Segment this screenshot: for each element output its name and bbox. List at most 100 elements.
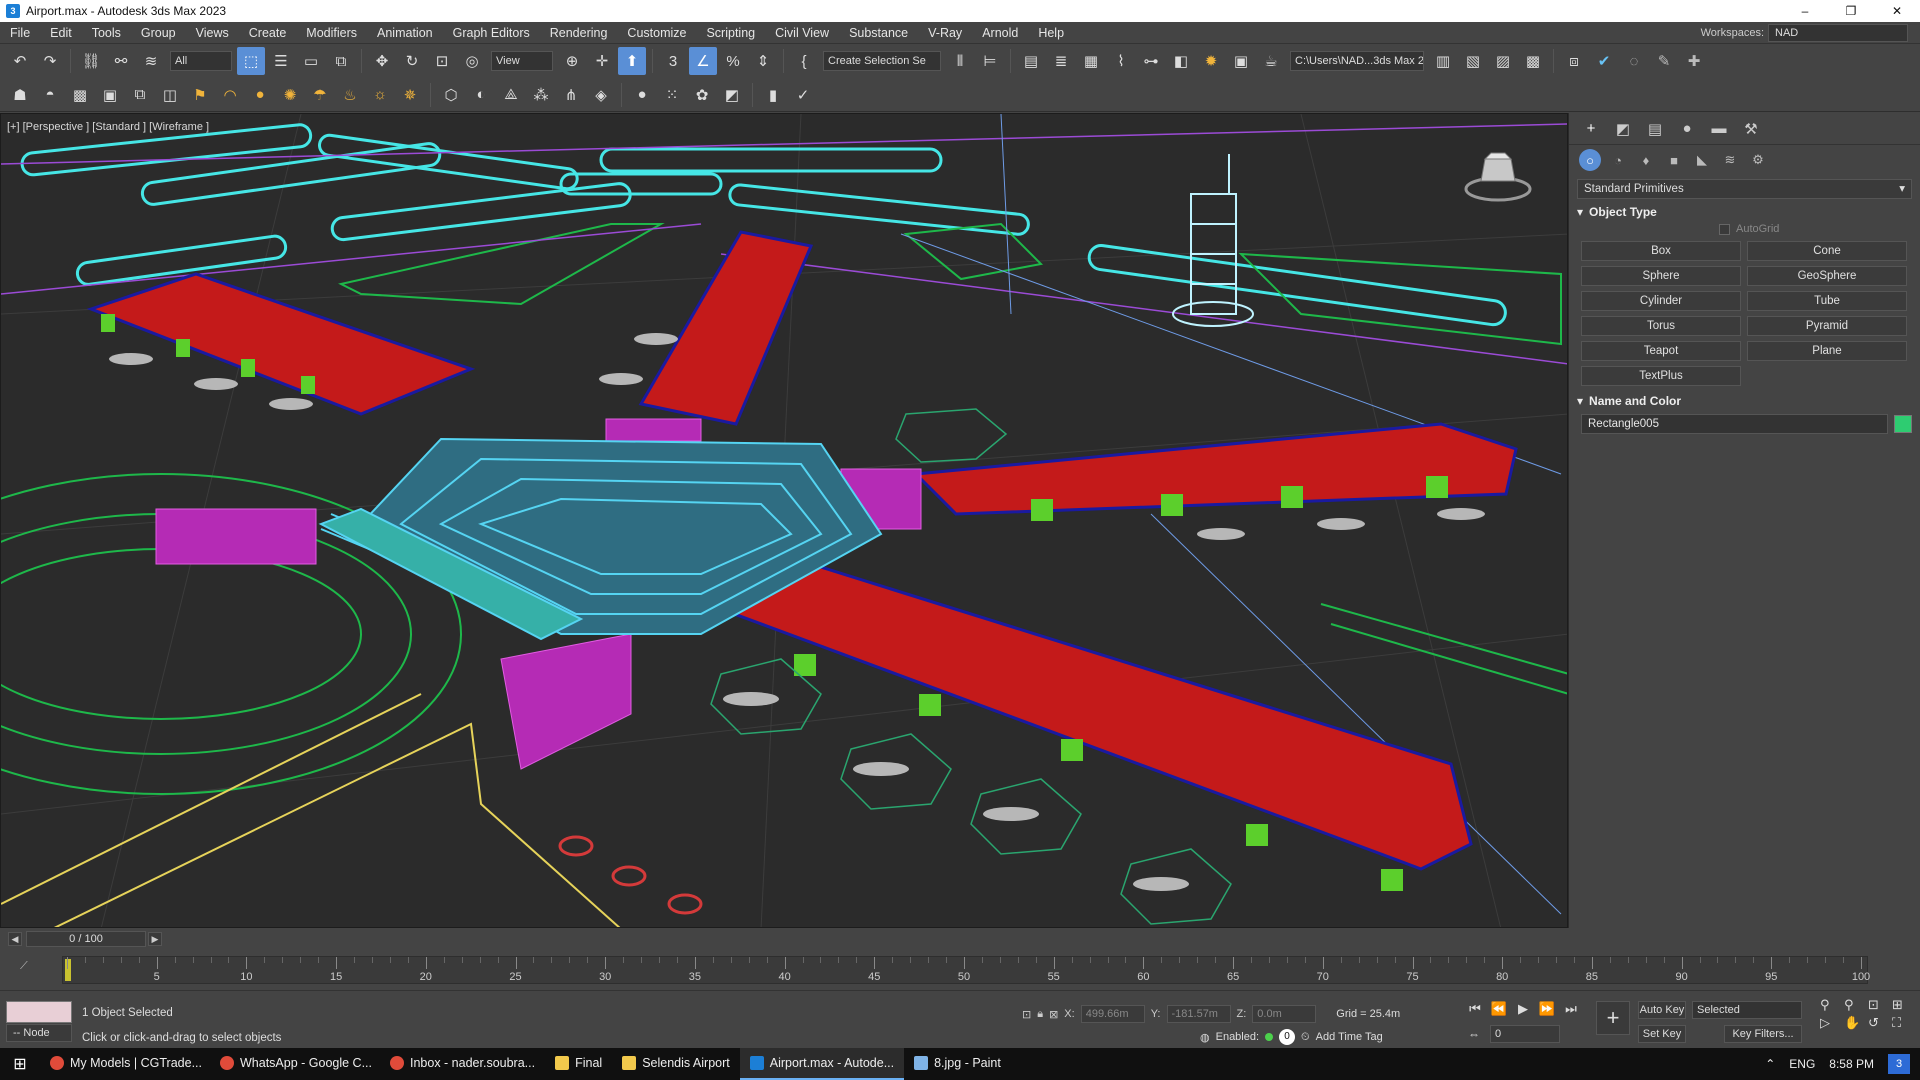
sun-icon[interactable]: ☼ <box>366 81 394 109</box>
menu-customize[interactable]: Customize <box>617 22 696 44</box>
maximize-viewport-icon[interactable]: ⛶ <box>1892 1015 1914 1031</box>
teapot-button[interactable]: Teapot <box>1581 341 1741 361</box>
spot-light-icon[interactable]: ☂ <box>306 81 334 109</box>
select-manipulate-icon[interactable]: ✛ <box>588 47 616 75</box>
object-name-field[interactable]: Rectangle005 <box>1581 414 1888 434</box>
orbit-icon[interactable]: ↺ <box>1868 1015 1890 1031</box>
primitive-type-select[interactable]: Standard Primitives ▾ <box>1577 179 1912 199</box>
edit-named-selection-icon[interactable]: { <box>790 47 818 75</box>
ambient-light-icon[interactable]: ✵ <box>396 81 424 109</box>
sphere-create-icon[interactable]: ◓ <box>36 81 64 109</box>
field-of-view-icon[interactable]: ▷ <box>1820 1015 1842 1031</box>
select-object-icon[interactable]: ⬚ <box>237 47 265 75</box>
track-bar[interactable]: ⟋ 5 10 15 20 25 30 35 40 45 50 55 60 65 70 75 80 85 90 95 1… <box>0 950 1920 990</box>
menu-modifiers[interactable]: Modifiers <box>296 22 367 44</box>
vantage-icon[interactable]: ✓ <box>789 81 817 109</box>
enabled-indicator[interactable] <box>1265 1033 1274 1041</box>
go-to-end-icon[interactable]: ⏭ <box>1562 1001 1580 1017</box>
object-color-swatch[interactable] <box>1894 415 1912 433</box>
menu-animation[interactable]: Animation <box>367 22 443 44</box>
taskbar-item[interactable]: My Models | CGTrade... <box>40 1048 210 1080</box>
texture-icon[interactable]: ✿ <box>688 81 716 109</box>
percent-snap-icon[interactable]: % <box>719 47 747 75</box>
save-project-icon[interactable]: ▨ <box>1489 47 1517 75</box>
pan-icon[interactable]: ✋ <box>1844 1015 1866 1031</box>
zoom-extents-all-icon[interactable]: ⊞ <box>1892 997 1914 1013</box>
selection-filter-select[interactable]: All <box>170 51 232 71</box>
cameras-category-icon[interactable]: ■ <box>1663 149 1685 171</box>
project-path-select[interactable]: C:\Users\NAD...3ds Max 2023 <box>1290 51 1424 71</box>
textplus-button[interactable]: TextPlus <box>1581 366 1741 386</box>
schematic-view-icon[interactable]: ⊶ <box>1137 47 1165 75</box>
zoom-icon[interactable]: ⚲ <box>1820 997 1842 1013</box>
box-button[interactable]: Box <box>1581 241 1741 261</box>
place-icon[interactable]: ◎ <box>458 47 486 75</box>
menu-vray[interactable]: V-Ray <box>918 22 972 44</box>
bind-spacewarp-icon[interactable]: ≋ <box>137 47 165 75</box>
z-coordinate-field[interactable]: 0.0m <box>1252 1005 1317 1023</box>
scale-icon[interactable]: ⊡ <box>428 47 456 75</box>
object-type-rollout[interactable]: ▾ Object Type <box>1577 205 1912 219</box>
shapes-category-icon[interactable]: ◔ <box>1607 149 1629 171</box>
taskbar-item[interactable]: Inbox - nader.soubra... <box>380 1048 545 1080</box>
rectangular-selection-icon[interactable]: ▭ <box>297 47 325 75</box>
rendered-frame-window-icon[interactable]: ▣ <box>1227 47 1255 75</box>
isolate-selection-icon[interactable]: ⊡ <box>1022 1008 1031 1021</box>
taskbar-item[interactable]: Airport.max - Autode... <box>739 1048 905 1080</box>
prev-frame-arrow-icon[interactable]: ◀ <box>8 932 22 946</box>
frame-buffer-icon[interactable]: ▮ <box>759 81 787 109</box>
material-editor-icon[interactable]: ◧ <box>1167 47 1195 75</box>
angle-snap-icon[interactable]: ∠ <box>689 47 717 75</box>
next-frame-icon[interactable]: ⏩ <box>1538 1001 1556 1017</box>
light-settings-icon[interactable]: ✺ <box>276 81 304 109</box>
taskbar-item[interactable]: Final <box>545 1048 612 1080</box>
maxscript-listener-mini[interactable] <box>6 1001 72 1023</box>
maximize-button[interactable]: ❐ <box>1828 0 1874 22</box>
selection-lock-icon[interactable]: 🔒︎ <box>1037 1008 1043 1021</box>
material-library-icon[interactable]: ◩ <box>718 81 746 109</box>
redo-icon[interactable]: ↷ <box>36 47 64 75</box>
set-keys-plus-icon[interactable]: + <box>1596 1001 1630 1035</box>
pyramid-button[interactable]: Pyramid <box>1747 316 1907 336</box>
next-frame-arrow-icon[interactable]: ▶ <box>148 932 162 946</box>
render-in-cloud-icon[interactable]: ⧈ <box>1560 47 1588 75</box>
sphere-material-icon[interactable]: ● <box>628 81 656 109</box>
layer-explorer-icon[interactable]: ≣ <box>1047 47 1075 75</box>
menu-edit[interactable]: Edit <box>40 22 82 44</box>
set-key-button[interactable]: Set Key <box>1638 1025 1686 1043</box>
motion-tab-icon[interactable]: ● <box>1675 117 1699 141</box>
render-setup-icon[interactable]: ✹ <box>1197 47 1225 75</box>
mini-curve-editor-icon[interactable]: ⟋ <box>20 960 28 973</box>
open-project-icon[interactable]: ▧ <box>1459 47 1487 75</box>
box-icon[interactable]: ▣ <box>96 81 124 109</box>
check-icon[interactable]: ✔ <box>1590 47 1618 75</box>
play-icon[interactable]: ▶ <box>1514 1001 1532 1017</box>
scene-explorer-icon[interactable]: ▤ <box>1017 47 1045 75</box>
grass-icon[interactable]: ⋔ <box>557 81 585 109</box>
menu-scripting[interactable]: Scripting <box>696 22 765 44</box>
cone-button[interactable]: Cone <box>1747 241 1907 261</box>
sun-light-icon[interactable]: ● <box>246 81 274 109</box>
curve-editor-icon[interactable]: ⌇ <box>1107 47 1135 75</box>
tray-overflow-icon[interactable]: ⌃ <box>1765 1057 1775 1071</box>
spacewarps-category-icon[interactable]: ≋ <box>1719 149 1741 171</box>
hierarchy-tab-icon[interactable]: ▤ <box>1643 117 1667 141</box>
torus-button[interactable]: Torus <box>1581 316 1741 336</box>
viewcube[interactable] <box>1463 149 1533 208</box>
add-icon[interactable]: ✚ <box>1680 47 1708 75</box>
go-to-start-icon[interactable]: ⏮ <box>1466 1001 1484 1017</box>
zoom-extents-icon[interactable]: ⊡ <box>1868 997 1890 1013</box>
create-tab-icon[interactable]: + <box>1579 117 1603 141</box>
teapot-icon[interactable]: ☗ <box>6 81 34 109</box>
project-settings-icon[interactable]: ▩ <box>1519 47 1547 75</box>
sphere-button[interactable]: Sphere <box>1581 266 1741 286</box>
add-time-tag-button[interactable]: Add Time Tag <box>1316 1031 1383 1043</box>
key-mode-select[interactable]: Selected <box>1692 1001 1802 1019</box>
name-and-color-rollout[interactable]: ▾ Name and Color <box>1577 394 1912 408</box>
systems-category-icon[interactable]: ⚙ <box>1747 149 1769 171</box>
menu-tools[interactable]: Tools <box>82 22 131 44</box>
maxscript-node-button[interactable]: -- Node <box>6 1024 72 1042</box>
camera-icon[interactable]: ▩ <box>66 81 94 109</box>
link-icon[interactable]: ⛓ <box>77 47 105 75</box>
vray-interactive-icon[interactable]: ◌ <box>1620 47 1648 75</box>
